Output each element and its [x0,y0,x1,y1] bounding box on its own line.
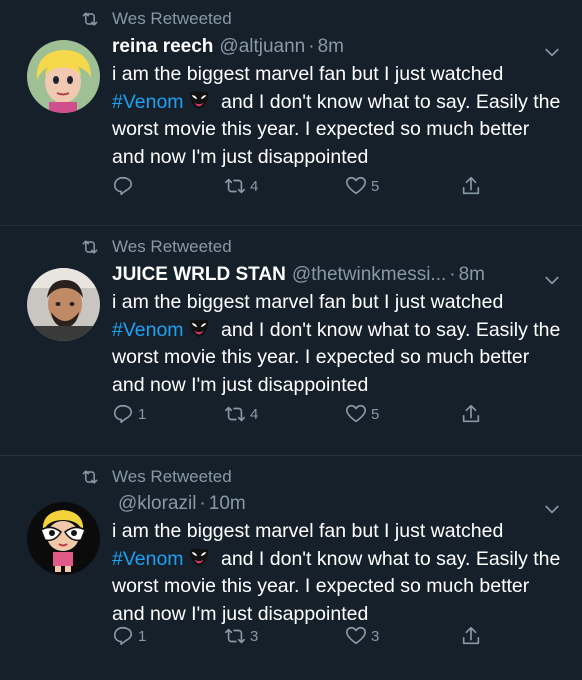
venom-emoji [189,91,208,109]
tweet-text-start: i am the biggest marvel fan but I just w… [112,63,504,85]
tweet-text: i am the biggest marvel fan but I just w… [112,61,562,171]
retweet-icon [225,406,245,422]
chevron-down-icon[interactable] [542,270,562,290]
like-button[interactable]: 3 [345,625,379,647]
timestamp[interactable]: 8m [318,34,344,60]
retweet-icon [82,240,98,254]
hashtag-link[interactable]: #Venom [112,319,184,341]
retweet-context: Wes Retweeted [80,236,232,258]
tweet[interactable]: Wes Retweeted reina reech @altjuann · 8m… [0,0,582,226]
retweet-button[interactable]: 4 [224,175,258,197]
retweet-count: 3 [250,627,259,645]
retweet-context-text: Wes Retweeted [112,9,232,28]
share-icon [462,404,480,423]
tweet[interactable]: Wes Retweeted @klorazil · 10m i am the b… [0,456,582,680]
share-button[interactable] [460,625,482,647]
heart-icon [346,404,366,423]
venom-emoji [189,548,208,566]
avatar[interactable] [27,268,100,341]
reply-button[interactable] [112,175,138,197]
hashtag-link[interactable]: #Venom [112,548,184,570]
retweet-context-text: Wes Retweeted [112,237,232,256]
heart-icon [346,176,366,195]
reply-icon [113,626,133,646]
separator-dot: · [449,264,456,285]
retweet-icon [225,178,245,194]
retweet-button[interactable]: 4 [224,403,258,425]
tweet-text-start: i am the biggest marvel fan but I just w… [112,291,504,313]
retweet-context-text: Wes Retweeted [112,467,232,486]
retweet-context: Wes Retweeted [80,466,232,488]
retweet-count: 4 [250,177,259,195]
separator-dot: · [308,36,315,57]
avatar[interactable] [27,502,100,575]
tweet-text: i am the biggest marvel fan but I just w… [112,289,562,399]
venom-emoji [189,319,208,337]
tweet-text: i am the biggest marvel fan but I just w… [112,518,562,628]
share-button[interactable] [460,403,482,425]
reply-button[interactable]: 1 [112,403,146,425]
reply-count: 1 [138,405,147,423]
retweet-button[interactable]: 3 [224,625,258,647]
hashtag-link[interactable]: #Venom [112,91,184,113]
retweet-icon [82,470,98,484]
reply-button[interactable]: 1 [112,625,146,647]
retweet-icon [225,628,245,644]
handle[interactable]: @thetwinkmessi... [292,262,446,288]
tweet-text-start: i am the biggest marvel fan but I just w… [112,520,504,542]
reply-icon [113,404,133,424]
retweet-icon [82,12,98,26]
tweet[interactable]: Wes Retweeted JUICE WRLD STAN @thetwinkm… [0,226,582,456]
like-count: 3 [371,627,380,645]
like-count: 5 [371,177,380,195]
display-name[interactable]: JUICE WRLD STAN [112,262,286,288]
chevron-down-icon[interactable] [542,499,562,519]
like-count: 5 [371,405,380,423]
like-button[interactable]: 5 [345,403,379,425]
retweet-count: 4 [250,405,259,423]
display-name[interactable]: reina reech [112,34,213,60]
reply-icon [113,176,133,196]
like-button[interactable]: 5 [345,175,379,197]
separator-dot: · [199,493,206,514]
retweet-context: Wes Retweeted [80,8,232,30]
share-icon [462,176,480,195]
handle[interactable]: @klorazil [118,491,196,517]
timestamp[interactable]: 10m [209,491,246,517]
timestamp[interactable]: 8m [459,262,485,288]
avatar[interactable] [27,40,100,113]
reply-count: 1 [138,627,147,645]
handle[interactable]: @altjuann [219,34,305,60]
heart-icon [346,626,366,645]
share-icon [462,626,480,645]
share-button[interactable] [460,175,482,197]
chevron-down-icon[interactable] [542,42,562,62]
